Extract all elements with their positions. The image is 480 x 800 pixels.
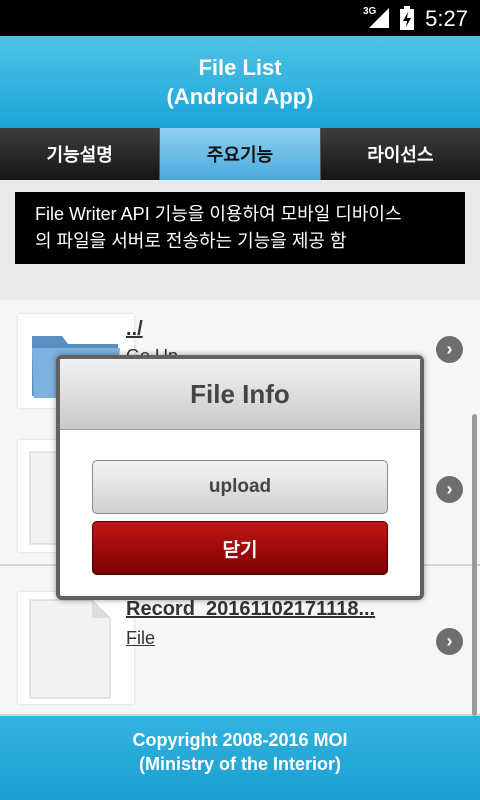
signal-icon: 3G bbox=[363, 6, 389, 30]
footer: Copyright 2008-2016 MOI (Ministry of the… bbox=[0, 716, 480, 800]
page-title: File List bbox=[198, 55, 282, 80]
scrollbar[interactable] bbox=[472, 414, 477, 716]
status-bar: 3G 5:27 bbox=[0, 0, 480, 36]
description-line-2: 의 파일을 서버로 전송하는 기능을 제공 함 bbox=[35, 231, 347, 251]
ministry-text: (Ministry of the Interior) bbox=[139, 754, 341, 774]
description-area: File Writer API 기능을 이용하여 모바일 디바이스 의 파일을 … bbox=[0, 180, 480, 300]
close-button[interactable]: 닫기 bbox=[92, 521, 388, 575]
tab-license[interactable]: 라이선스 bbox=[320, 128, 480, 180]
app-header: File List (Android App) bbox=[0, 36, 480, 128]
tab-bar: 기능설명 주요기능 라이선스 bbox=[0, 128, 480, 180]
page-subtitle: (Android App) bbox=[166, 84, 314, 109]
file-type: File bbox=[126, 628, 156, 648]
description-box: File Writer API 기능을 이용하여 모바일 디바이스 의 파일을 … bbox=[15, 192, 465, 264]
clock: 5:27 bbox=[425, 6, 468, 31]
description-line-1: File Writer API 기능을 이용하여 모바일 디바이스 bbox=[35, 204, 402, 224]
chevron-right-icon[interactable]: › bbox=[436, 628, 463, 655]
battery-icon bbox=[400, 6, 414, 30]
dialog-title: File Info bbox=[60, 359, 420, 430]
copyright-text: Copyright 2008-2016 MOI bbox=[132, 730, 348, 750]
file-info-dialog: File Info upload 닫기 bbox=[56, 355, 424, 600]
file-icon bbox=[18, 592, 134, 704]
tab-main-features[interactable]: 주요기능 bbox=[160, 128, 321, 180]
chevron-right-icon[interactable]: › bbox=[436, 476, 463, 503]
upload-button[interactable]: upload bbox=[92, 460, 388, 514]
file-name[interactable]: Record_20161102171118... bbox=[126, 598, 375, 621]
tab-features-description[interactable]: 기능설명 bbox=[0, 128, 161, 180]
file-name[interactable]: ../ bbox=[126, 318, 143, 341]
chevron-right-icon[interactable]: › bbox=[436, 336, 463, 363]
